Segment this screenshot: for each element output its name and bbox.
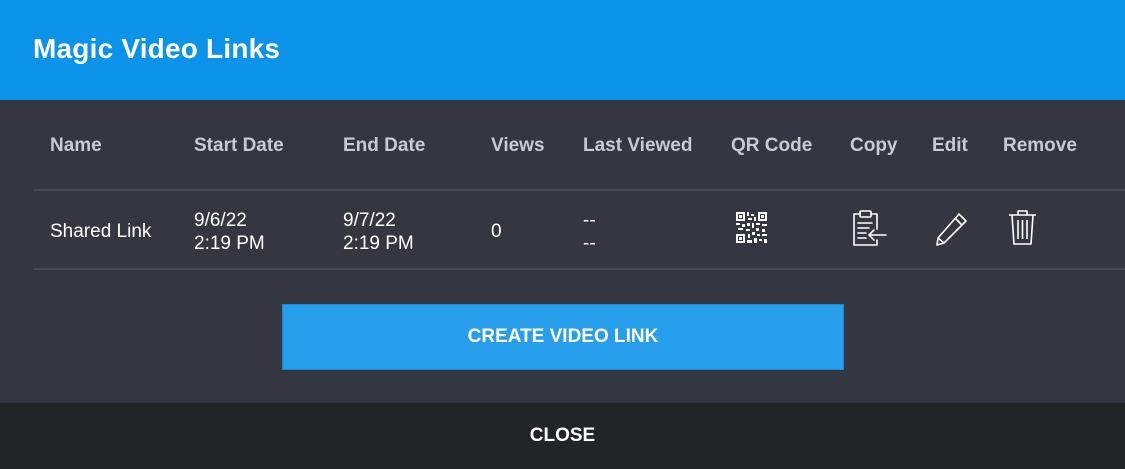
magic-video-links-dialog: Magic Video Links Name Start Date End Da… <box>0 0 1125 469</box>
column-header-edit: Edit <box>932 135 968 156</box>
trash-icon[interactable] <box>1008 209 1037 251</box>
column-header-remove: Remove <box>1003 135 1077 156</box>
create-video-link-button[interactable]: CREATE VIDEO LINK <box>282 304 844 370</box>
column-header-views: Views <box>491 135 545 156</box>
clipboard-copy-icon[interactable] <box>852 210 888 252</box>
column-header-name: Name <box>50 135 102 156</box>
pencil-icon[interactable] <box>935 211 969 251</box>
row-last-viewed-secondary: -- <box>583 233 596 254</box>
row-start-time: 2:19 PM <box>194 233 265 254</box>
column-header-copy: Copy <box>850 135 898 156</box>
row-end-time: 2:19 PM <box>343 233 414 254</box>
create-video-link-label: CREATE VIDEO LINK <box>467 326 659 347</box>
column-header-qr-code: QR Code <box>731 135 813 156</box>
dialog-title: Magic Video Links <box>33 33 281 64</box>
close-button[interactable]: CLOSE <box>530 425 595 447</box>
row-divider <box>33 268 1125 270</box>
column-header-last-viewed: Last Viewed <box>583 135 693 156</box>
row-views: 0 <box>491 221 502 242</box>
header-divider <box>33 189 1125 191</box>
row-name: Shared Link <box>50 221 152 242</box>
row-last-viewed: -- <box>583 210 596 231</box>
dialog-footer: CLOSE <box>0 403 1125 469</box>
dialog-header: Magic Video Links <box>0 0 1125 100</box>
row-end-date: 9/7/22 <box>343 210 396 231</box>
column-header-start-date: Start Date <box>194 135 284 156</box>
qr-code-icon[interactable] <box>736 212 767 248</box>
column-header-end-date: End Date <box>343 135 426 156</box>
row-start-date: 9/6/22 <box>194 210 247 231</box>
